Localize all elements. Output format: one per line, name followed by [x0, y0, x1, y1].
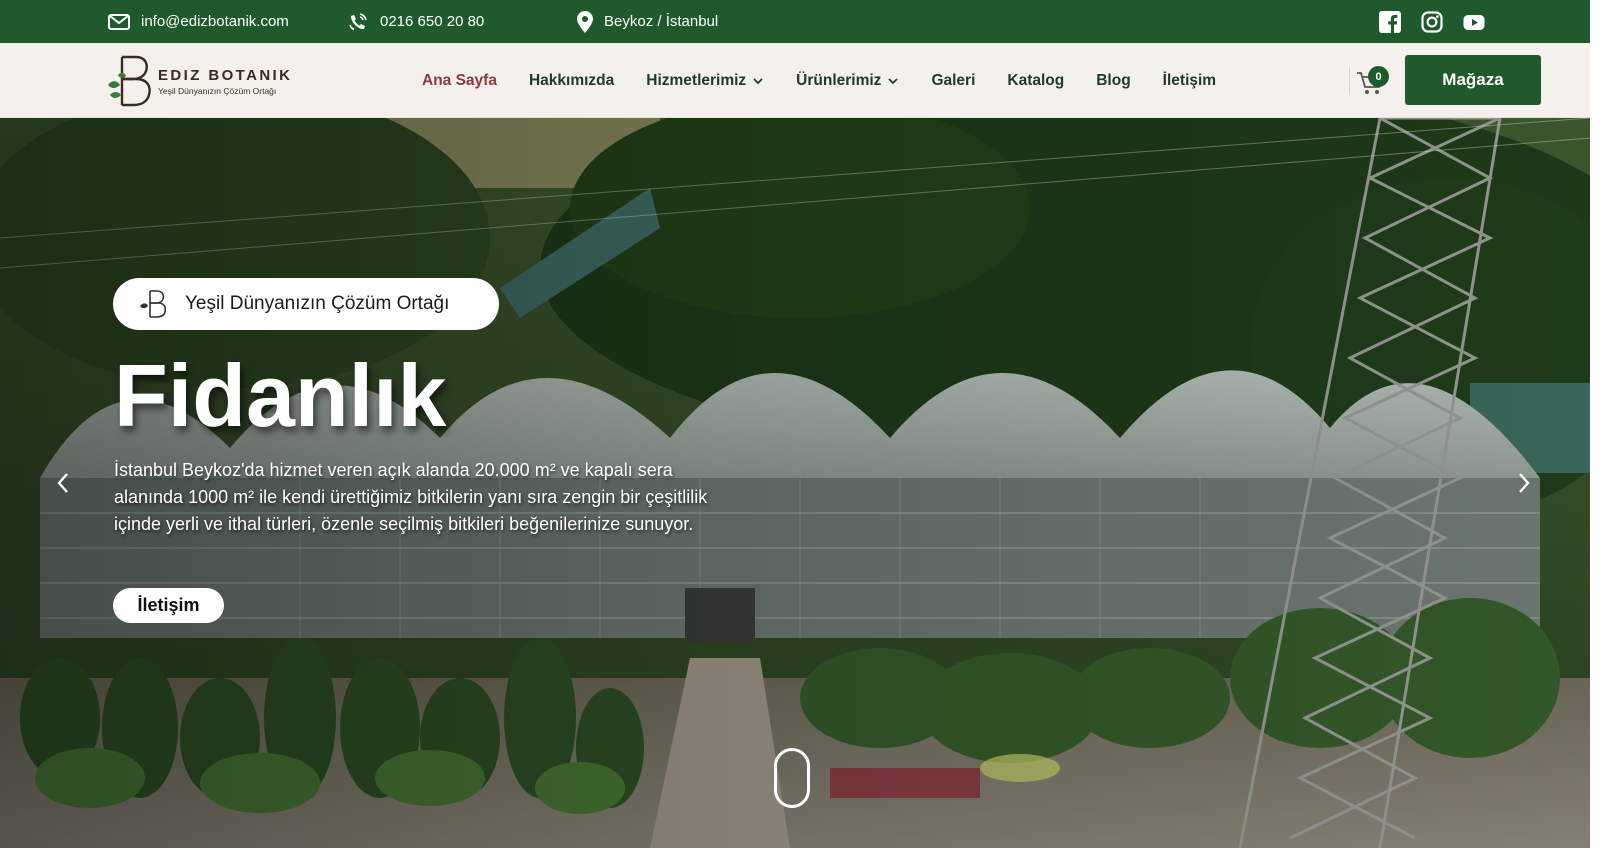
main-nav: Ana Sayfa Hakkımızda Hizmetlerimiz Ürünl…	[422, 43, 1248, 118]
phone-icon	[349, 12, 367, 30]
facebook-icon[interactable]	[1379, 10, 1401, 33]
brand-logo[interactable]: EDIZ BOTANIK Yeşil Dünyanızın Çözüm Orta…	[104, 51, 304, 111]
hero-badge: Yeşil Dünyanızın Çözüm Ortağı	[113, 278, 499, 330]
logo-mark-icon	[140, 290, 167, 318]
nav-item-products[interactable]: Ürünlerimiz	[796, 72, 899, 90]
instagram-icon[interactable]	[1421, 10, 1443, 33]
cart-count-badge: 0	[1368, 66, 1389, 87]
chevron-right-icon	[1519, 473, 1530, 493]
slider-prev-button[interactable]	[48, 468, 78, 498]
nav-label: Katalog	[1007, 71, 1065, 89]
nav-item-about[interactable]: Hakkımızda	[529, 72, 614, 90]
phone-contact[interactable]: 0216 650 20 80	[347, 0, 484, 43]
hero-slider: Yeşil Dünyanızın Çözüm Ortağı Fidanlık İ…	[0, 118, 1590, 848]
chevron-down-icon	[888, 77, 899, 84]
nav-label: Blog	[1096, 71, 1131, 89]
location-pin-icon	[577, 10, 593, 33]
main-header: EDIZ BOTANIK Yeşil Dünyanızın Çözüm Orta…	[0, 43, 1590, 118]
social-links	[1379, 0, 1485, 43]
nav-item-home[interactable]: Ana Sayfa	[422, 72, 497, 90]
logo-subtitle: Yeşil Dünyanızın Çözüm Ortağı	[158, 85, 277, 96]
location-text: Beykoz / İstanbul	[604, 13, 719, 30]
email-text[interactable]: info@edizbotanik.com	[141, 13, 289, 30]
cart-divider	[1349, 67, 1350, 95]
logo-title: EDIZ BOTANIK	[158, 66, 293, 84]
top-info-bar: info@edizbotanik.com 0216 650 20 80 Beyk…	[0, 0, 1600, 43]
nav-label: Hizmetlerimiz	[646, 71, 747, 89]
nav-label: Galeri	[931, 71, 976, 89]
nav-label: İletişim	[1162, 71, 1217, 89]
shop-button[interactable]: Mağaza	[1405, 55, 1541, 105]
nav-item-blog[interactable]: Blog	[1096, 72, 1130, 90]
nav-item-services[interactable]: Hizmetlerimiz	[646, 72, 764, 90]
hero-badge-text: Yeşil Dünyanızın Çözüm Ortağı	[185, 293, 450, 314]
youtube-icon[interactable]	[1463, 11, 1485, 33]
nav-item-gallery[interactable]: Galeri	[931, 72, 975, 90]
email-contact[interactable]: info@edizbotanik.com	[108, 0, 289, 43]
nav-label: Ana Sayfa	[422, 71, 497, 89]
hero-contact-button[interactable]: İletişim	[113, 588, 224, 623]
nav-item-contact[interactable]: İletişim	[1163, 72, 1216, 90]
scroll-down-indicator[interactable]	[774, 748, 810, 808]
hero-title: Fidanlık	[114, 346, 447, 445]
phone-text[interactable]: 0216 650 20 80	[380, 13, 484, 30]
hero-description: İstanbul Beykoz'da hizmet veren açık ala…	[114, 460, 708, 534]
nav-label: Ürünlerimiz	[796, 71, 882, 89]
chevron-down-icon	[753, 77, 763, 84]
logo-mark-icon	[104, 51, 156, 111]
location-contact: Beykoz / İstanbul	[577, 0, 718, 43]
slider-next-button[interactable]	[1509, 468, 1539, 498]
mail-icon	[108, 13, 130, 30]
chevron-left-icon	[57, 473, 68, 493]
scrollbar-gutter[interactable]	[1590, 0, 1600, 848]
nav-item-catalog[interactable]: Katalog	[1007, 72, 1064, 90]
nav-label: Hakkımızda	[528, 71, 615, 89]
